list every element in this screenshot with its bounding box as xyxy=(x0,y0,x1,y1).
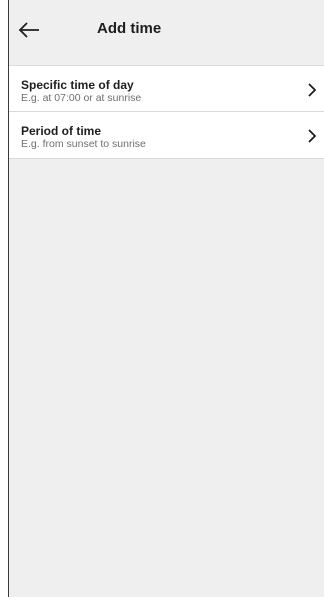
option-subtitle: E.g. from sunset to sunrise xyxy=(21,138,146,150)
option-period-of-time[interactable]: Period of time E.g. from sunset to sunri… xyxy=(9,112,324,159)
option-title: Period of time xyxy=(21,124,102,138)
time-option-list: Specific time of day E.g. at 07:00 or at… xyxy=(9,65,324,159)
header-bar: Add time xyxy=(9,0,324,62)
option-title: Specific time of day xyxy=(21,78,134,92)
add-time-screen: Add time Specific time of day E.g. at 07… xyxy=(8,0,324,597)
chevron-right-icon xyxy=(308,83,317,97)
chevron-right-icon xyxy=(308,129,317,143)
page-title: Add time xyxy=(97,20,162,37)
option-specific-time-of-day[interactable]: Specific time of day E.g. at 07:00 or at… xyxy=(9,65,324,112)
option-subtitle: E.g. at 07:00 or at sunrise xyxy=(21,92,142,104)
back-button[interactable] xyxy=(15,16,43,44)
arrow-left-icon xyxy=(18,22,39,38)
